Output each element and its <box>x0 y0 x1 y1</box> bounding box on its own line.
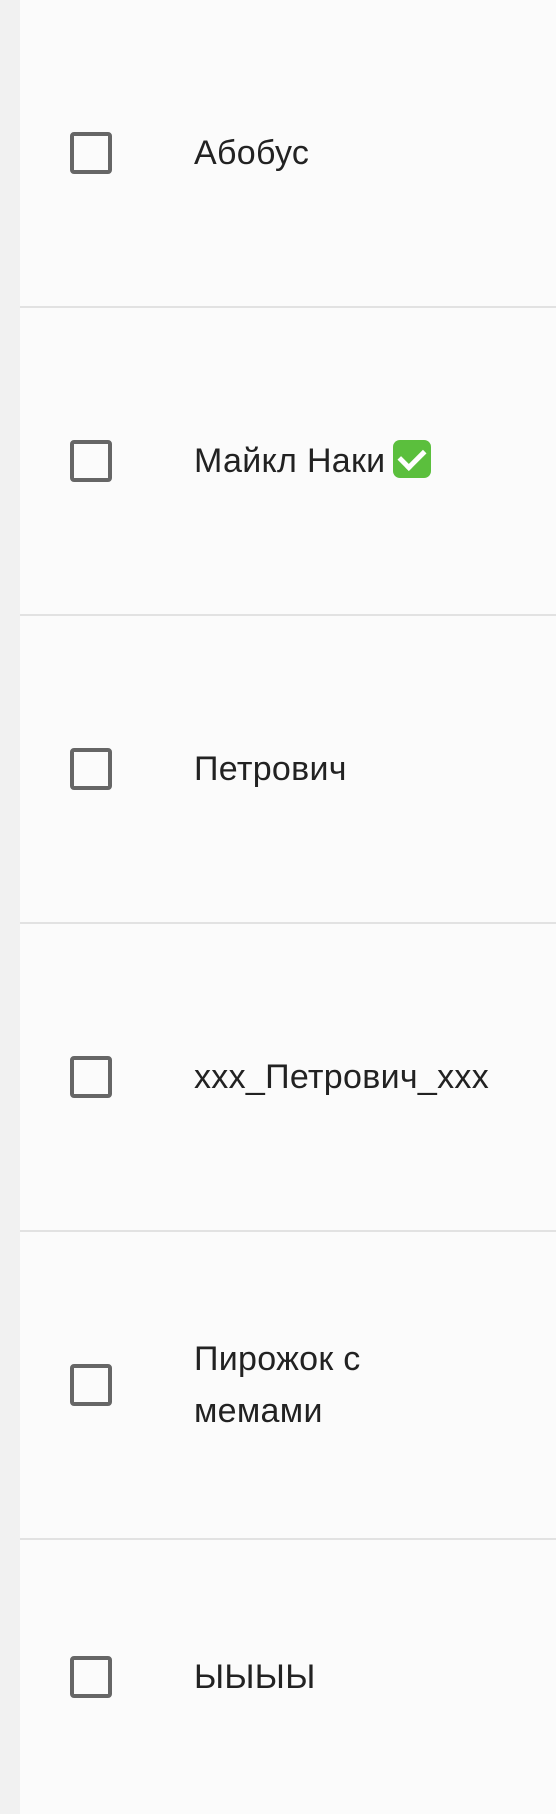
list-item-label: Абобус <box>194 134 310 172</box>
checkbox-list: Абобус Майкл Наки Петрович xxx_Петрович_… <box>20 0 556 1814</box>
page: Абобус Майкл Наки Петрович xxx_Петрович_… <box>0 0 556 1814</box>
checkbox[interactable] <box>70 748 112 790</box>
list-item[interactable]: Пирожок с мемами <box>20 1232 556 1540</box>
list-item[interactable]: Майкл Наки <box>20 308 556 616</box>
list-item[interactable]: xxx_Петрович_xxx <box>20 924 556 1232</box>
list-item[interactable]: ЫЫЫЫ <box>20 1540 556 1814</box>
checkbox[interactable] <box>70 1656 112 1698</box>
left-edge-strip <box>0 0 20 1814</box>
checkbox[interactable] <box>70 440 112 482</box>
list-item-label: xxx_Петрович_xxx <box>194 1058 489 1096</box>
checkbox[interactable] <box>70 1364 112 1406</box>
list-item-label: Пирожок с мемами <box>194 1340 361 1430</box>
list-item-label: Петрович <box>194 750 347 788</box>
list-item[interactable]: Петрович <box>20 616 556 924</box>
list-item[interactable]: Абобус <box>20 0 556 308</box>
list-item-label: ЫЫЫЫ <box>194 1658 316 1696</box>
list-item-label: Майкл Наки <box>194 435 514 487</box>
check-mark-icon <box>393 440 432 478</box>
checkbox[interactable] <box>70 1056 112 1098</box>
checkbox[interactable] <box>70 132 112 174</box>
list-item-label-text: Майкл Наки <box>194 442 386 480</box>
